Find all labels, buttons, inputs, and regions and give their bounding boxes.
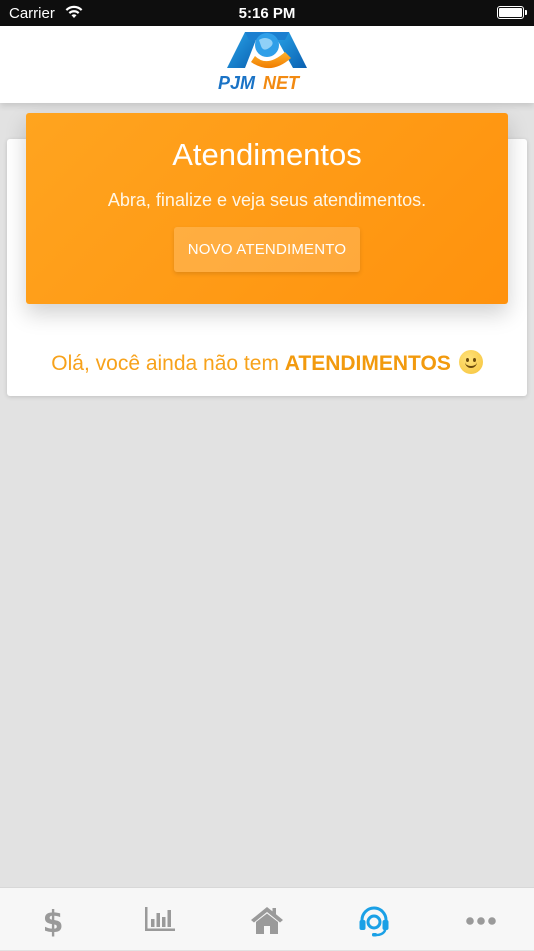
svg-text:$: $ [43,905,64,937]
tab-mais[interactable] [427,888,534,951]
tab-financeiro[interactable]: $ [0,888,107,951]
page-subtitle: Abra, finalize e veja seus atendimentos. [107,190,427,210]
tab-inicio[interactable] [214,888,321,951]
empty-state-prefix: Olá, você ainda não tem [51,352,285,375]
svg-text:NET: NET [263,73,301,93]
svg-text:PJM: PJM [218,73,256,93]
atendimentos-hero: Atendimentos Abra, finalize e veja seus … [26,113,508,304]
bar-chart-icon [145,907,176,931]
status-bar: Carrier 5:16 PM [0,0,534,26]
app-header: PJM NET [0,26,534,103]
battery-icon [497,6,527,19]
smiley-icon [458,350,483,374]
pjmnet-logo: PJM NET [218,32,307,93]
tab-consumo[interactable] [107,888,214,951]
new-ticket-button[interactable]: NOVO ATENDIMENTO [174,227,360,272]
clock: 5:16 PM [238,5,296,22]
headset-icon [359,906,389,937]
dollar-icon: $ [43,905,64,937]
home-icon [250,907,283,934]
page-title: Atendimentos [172,137,362,172]
tab-atendimentos[interactable] [320,888,427,951]
tab-bar: $ [0,887,534,950]
more-icon [465,917,496,925]
empty-state-highlight: ATENDIMENTOS [284,352,451,375]
empty-state-message: Olá, você ainda não tem ATENDIMENTOS [7,350,527,376]
